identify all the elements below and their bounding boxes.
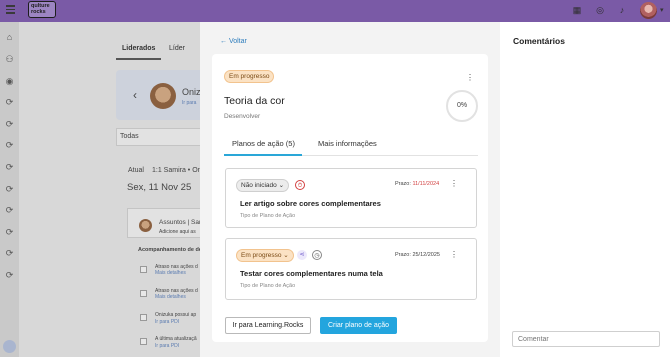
- cycle-icon[interactable]: ⟳: [4, 227, 15, 238]
- tab-liderados[interactable]: Liderados: [122, 45, 155, 52]
- person-name: Oniz: [182, 87, 201, 97]
- plan-status-label: Não iniciado: [241, 182, 277, 189]
- menu-icon[interactable]: [6, 5, 15, 14]
- plan-deadline: Prazo: 11/11/2024: [395, 181, 439, 187]
- status-badge: Em progresso: [224, 70, 275, 83]
- item-checkbox[interactable]: [140, 266, 147, 273]
- chevron-down-icon: ⌄: [283, 252, 289, 259]
- plan-status-dropdown[interactable]: Em progresso ⌄: [236, 249, 294, 262]
- action-plan-card[interactable]: Em progresso ⌄ ⋖ ◷ Prazo: 25/12/2025 ⋮ T…: [225, 238, 477, 300]
- alarm-icon: ⏱: [295, 180, 305, 190]
- item-link[interactable]: Ir para PDI: [155, 319, 179, 325]
- filter-label: Todas: [120, 133, 139, 140]
- more-options-icon[interactable]: ⋮: [466, 74, 474, 82]
- cycle-icon[interactable]: ⟳: [4, 140, 15, 151]
- user-avatar[interactable]: [640, 2, 657, 19]
- tab-divider: [302, 155, 478, 156]
- top-bar: qulture rocks ▦ ◎ ♪ ▾: [0, 0, 670, 22]
- plan-more-options-icon[interactable]: ⋮: [450, 180, 458, 188]
- cycle-icon[interactable]: ⟳: [4, 162, 15, 173]
- arrow-left-icon: ←: [220, 38, 229, 45]
- comments-panel: [500, 22, 670, 357]
- subject-desc: Adicione aqui as: [159, 229, 196, 235]
- deadline-label: Prazo:: [395, 252, 411, 258]
- cycle-icon[interactable]: ⟳: [4, 97, 15, 108]
- clock-icon: ◷: [312, 250, 322, 260]
- plan-deadline: Prazo: 25/12/2025: [395, 252, 440, 258]
- status-line: Atual: [128, 167, 144, 174]
- item-checkbox[interactable]: [140, 314, 147, 321]
- item-text: Onizuka possui ap: [155, 312, 197, 318]
- tab-lider[interactable]: Líder: [169, 45, 185, 52]
- back-label: Voltar: [228, 38, 247, 45]
- comment-input[interactable]: [512, 331, 660, 347]
- plan-status-label: Em progresso: [241, 252, 282, 259]
- home-icon[interactable]: ⌂: [4, 32, 15, 43]
- apps-grid-icon[interactable]: ▦: [572, 5, 582, 15]
- comments-title: Comentários: [513, 36, 565, 46]
- back-button[interactable]: ← Voltar: [220, 38, 247, 45]
- cycle-icon[interactable]: ⟳: [4, 205, 15, 216]
- plan-more-options-icon[interactable]: ⋮: [450, 251, 458, 259]
- plan-title: Ler artigo sobre cores complementares: [240, 199, 381, 208]
- learning-rocks-button[interactable]: Ir para Learning.Rocks: [225, 317, 311, 334]
- deadline-date: 11/11/2024: [412, 181, 440, 187]
- cycle-icon[interactable]: ⟳: [4, 119, 15, 130]
- cycle-icon[interactable]: ⟳: [4, 248, 15, 259]
- target-icon[interactable]: ◉: [4, 76, 15, 87]
- tab-underline: [116, 58, 161, 60]
- bell-icon[interactable]: ♪: [617, 5, 627, 15]
- deadline-date: 25/12/2025: [412, 252, 440, 258]
- item-link[interactable]: Ir para PDI: [155, 343, 179, 349]
- plan-type: Tipo de Plano de Ação: [240, 283, 296, 289]
- progress-indicator: 0%: [446, 90, 478, 122]
- subject-avatar: [139, 219, 152, 232]
- date-label: Sex, 11 Nov 25: [127, 182, 192, 193]
- meeting-line: 1:1 Samira • Oniz: [152, 167, 207, 174]
- cycle-icon[interactable]: ⟳: [4, 184, 15, 195]
- page-title: Teoria da cor: [224, 95, 285, 107]
- item-link[interactable]: Mais detalhes: [155, 294, 186, 300]
- left-rail: ⌂ ⚇ ◉ ⟳ ⟳ ⟳ ⟳ ⟳ ⟳ ⟳ ⟳ ⟳: [0, 22, 19, 357]
- deadline-label: Prazo:: [395, 181, 411, 187]
- help-bubble-icon[interactable]: [3, 340, 16, 353]
- plan-title: Testar cores complementares numa tela: [240, 269, 383, 278]
- share-icon: ⋖: [297, 250, 307, 260]
- person-link[interactable]: Ir para: [182, 100, 196, 106]
- action-plan-card[interactable]: Não iniciado ⌄ ⏱ Prazo: 11/11/2024 ⋮ Ler…: [225, 168, 477, 228]
- people-icon[interactable]: ⚇: [4, 54, 15, 65]
- person-avatar: [150, 83, 176, 109]
- plan-type: Tipo de Plano de Ação: [240, 213, 296, 219]
- create-action-plan-button[interactable]: Criar plano de ação: [320, 317, 397, 334]
- chevron-down-icon[interactable]: ▾: [660, 6, 664, 14]
- help-icon[interactable]: ◎: [595, 5, 605, 15]
- item-checkbox[interactable]: [140, 290, 147, 297]
- chevron-left-icon[interactable]: ‹: [133, 88, 137, 102]
- plan-status-dropdown[interactable]: Não iniciado ⌄: [236, 179, 290, 192]
- page-subtitle: Desenvolver: [224, 113, 261, 120]
- chevron-down-icon: ⌄: [278, 182, 285, 189]
- logo[interactable]: qulture rocks: [28, 1, 56, 18]
- tab-more-info[interactable]: Mais informações: [318, 139, 377, 148]
- tab-action-plans[interactable]: Planos de ação (5): [232, 139, 295, 148]
- item-checkbox[interactable]: [140, 338, 147, 345]
- tab-active-indicator: [224, 154, 302, 156]
- item-link[interactable]: Mais detalhes: [155, 270, 186, 276]
- item-text: A última atualizaçã: [155, 336, 197, 342]
- follow-label: Acompanhamento de de: [138, 247, 202, 253]
- subject-title: Assuntos | Sam: [159, 219, 205, 226]
- cycle-icon[interactable]: ⟳: [4, 270, 15, 281]
